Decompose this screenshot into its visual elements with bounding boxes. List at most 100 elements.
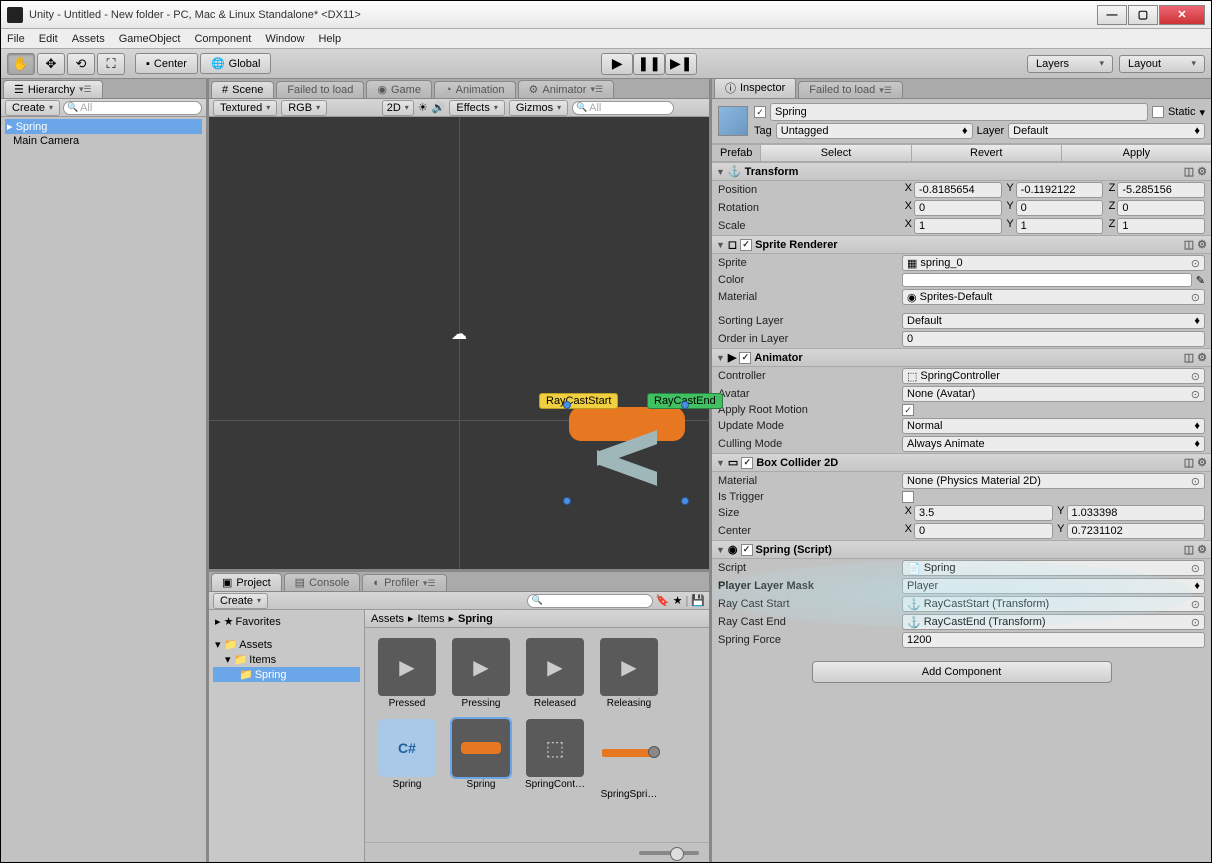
update-mode[interactable]: Normal♦: [902, 418, 1205, 434]
scene-rgb[interactable]: RGB: [281, 100, 327, 116]
menu-edit[interactable]: Edit: [39, 33, 58, 45]
center-x[interactable]: 0: [914, 523, 1053, 539]
scene-2d-toggle[interactable]: 2D: [382, 100, 414, 116]
tab-inspector-failed[interactable]: Failed to load▾☰: [798, 81, 903, 98]
tab-inspector[interactable]: ⓘ Inspector: [714, 79, 796, 98]
breadcrumb[interactable]: Assets ▸ Items ▸ Spring: [365, 610, 709, 628]
menu-file[interactable]: File: [7, 33, 25, 45]
scene-gizmos[interactable]: Gizmos: [509, 100, 568, 116]
active-checkbox[interactable]: ✓: [754, 106, 766, 118]
tab-failed[interactable]: Failed to load: [276, 81, 364, 98]
layer-dropdown[interactable]: Default♦: [1008, 123, 1205, 139]
project-filter-icon[interactable]: 🔖: [656, 594, 670, 607]
rotate-tool[interactable]: ⟲: [67, 53, 95, 75]
gameobject-name-field[interactable]: Spring: [770, 103, 1148, 121]
asset-spring-script[interactable]: C#Spring: [375, 719, 439, 800]
tab-animator[interactable]: ⚙ Animator▾☰: [518, 80, 615, 98]
pos-x[interactable]: -0.8185654: [914, 182, 1002, 198]
menu-component[interactable]: Component: [194, 33, 251, 45]
close-button[interactable]: ✕: [1159, 5, 1205, 25]
static-dropdown-icon[interactable]: ▾: [1199, 106, 1205, 119]
sorting-layer[interactable]: Default♦: [902, 313, 1205, 329]
pause-button[interactable]: ❚❚: [633, 53, 665, 75]
scene-viewport[interactable]: RayCastStart RayCastEnd ☁: [209, 117, 709, 569]
asset-pressed[interactable]: ▶Pressed: [375, 638, 439, 709]
rot-y[interactable]: 0: [1016, 200, 1104, 216]
scene-audio-icon[interactable]: 🔊: [432, 101, 446, 114]
move-tool[interactable]: ✥: [37, 53, 65, 75]
pivot-toggle[interactable]: ▪ Center: [135, 53, 198, 74]
minimize-button[interactable]: —: [1097, 5, 1127, 25]
hand-tool[interactable]: ✋: [7, 53, 35, 75]
menu-window[interactable]: Window: [265, 33, 304, 45]
raycast-start-label[interactable]: RayCastStart: [539, 393, 618, 409]
tab-hierarchy[interactable]: ☰ Hierarchy▾☰: [3, 80, 103, 98]
menu-gameobject[interactable]: GameObject: [119, 33, 181, 45]
hierarchy-item-camera[interactable]: Main Camera: [5, 134, 202, 148]
tab-profiler[interactable]: ◐ Profiler▾☰: [362, 574, 446, 591]
scale-z[interactable]: 1: [1117, 218, 1205, 234]
controller-field[interactable]: ⬚ SpringController: [902, 368, 1205, 384]
sprite-field[interactable]: ▦ spring_0: [902, 255, 1205, 271]
tag-dropdown[interactable]: Untagged♦: [776, 123, 973, 139]
spring-folder[interactable]: 📁 Spring: [213, 667, 360, 682]
prefab-revert[interactable]: Revert: [911, 145, 1061, 161]
asset-spring-spritesheet[interactable]: SpringSpri…: [597, 749, 661, 800]
step-button[interactable]: ▶❚: [665, 53, 697, 75]
project-create[interactable]: Create: [213, 593, 268, 609]
items-folder[interactable]: ▾ 📁 Items: [213, 652, 360, 667]
static-checkbox[interactable]: [1152, 106, 1164, 118]
tab-console[interactable]: ▤ Console: [284, 573, 361, 591]
tab-animation[interactable]: ◔ Animation: [434, 81, 516, 98]
rot-z[interactable]: 0: [1117, 200, 1205, 216]
spring-force-field[interactable]: 1200: [902, 632, 1205, 648]
tab-project[interactable]: ▣ Project: [211, 573, 282, 591]
space-toggle[interactable]: 🌐 Global: [200, 53, 272, 74]
assets-folder[interactable]: ▾ 📁 Assets: [213, 637, 360, 652]
layers-dropdown[interactable]: Layers: [1027, 55, 1113, 73]
menu-help[interactable]: Help: [318, 33, 341, 45]
order-in-layer[interactable]: 0: [902, 331, 1205, 347]
asset-released[interactable]: ▶Released: [523, 638, 587, 709]
scale-x[interactable]: 1: [914, 218, 1002, 234]
color-field[interactable]: [902, 273, 1192, 287]
asset-releasing[interactable]: ▶Releasing: [597, 638, 661, 709]
tab-scene[interactable]: # Scene: [211, 81, 274, 98]
physics-material[interactable]: None (Physics Material 2D): [902, 473, 1205, 489]
center-y[interactable]: 0.7231102: [1067, 523, 1206, 539]
is-trigger-checkbox[interactable]: [902, 491, 914, 503]
layer-mask[interactable]: Player♦: [902, 578, 1205, 594]
scene-light-icon[interactable]: ☀: [418, 101, 428, 114]
pos-z[interactable]: -5.285156: [1117, 182, 1205, 198]
scene-search[interactable]: All: [572, 101, 674, 115]
scale-y[interactable]: 1: [1016, 218, 1104, 234]
avatar-field[interactable]: None (Avatar): [902, 386, 1205, 402]
asset-pressing[interactable]: ▶Pressing: [449, 638, 513, 709]
thumbnail-size-slider[interactable]: [639, 851, 699, 855]
culling-mode[interactable]: Always Animate♦: [902, 436, 1205, 452]
tab-game[interactable]: ◉ Game: [366, 80, 432, 98]
size-y[interactable]: 1.033398: [1067, 505, 1206, 521]
project-search[interactable]: [527, 594, 652, 608]
maximize-button[interactable]: ▢: [1128, 5, 1158, 25]
hierarchy-item-spring[interactable]: ▸ Spring: [5, 119, 202, 134]
material-field[interactable]: ◉ Sprites-Default: [902, 289, 1205, 305]
add-component-button[interactable]: Add Component: [812, 661, 1112, 683]
size-x[interactable]: 3.5: [914, 505, 1053, 521]
scale-tool[interactable]: ⛶: [97, 53, 125, 75]
scene-shading[interactable]: Textured: [213, 100, 277, 116]
eyedropper-icon[interactable]: ✎: [1196, 274, 1205, 287]
project-star-icon[interactable]: ★: [673, 594, 683, 607]
asset-spring-sprite[interactable]: Spring: [449, 719, 513, 800]
hierarchy-create[interactable]: Create: [5, 100, 60, 116]
rot-x[interactable]: 0: [914, 200, 1002, 216]
layout-dropdown[interactable]: Layout: [1119, 55, 1205, 73]
hierarchy-search[interactable]: All: [63, 101, 202, 115]
scene-effects[interactable]: Effects: [449, 100, 504, 116]
prefab-apply[interactable]: Apply: [1061, 145, 1211, 161]
play-button[interactable]: ▶: [601, 53, 633, 75]
favorites-folder[interactable]: ▸ ★ Favorites: [213, 614, 360, 629]
menu-assets[interactable]: Assets: [72, 33, 105, 45]
raycast-start-field[interactable]: ⚓ RayCastStart (Transform): [902, 596, 1205, 612]
project-save-icon[interactable]: 💾: [691, 594, 705, 607]
